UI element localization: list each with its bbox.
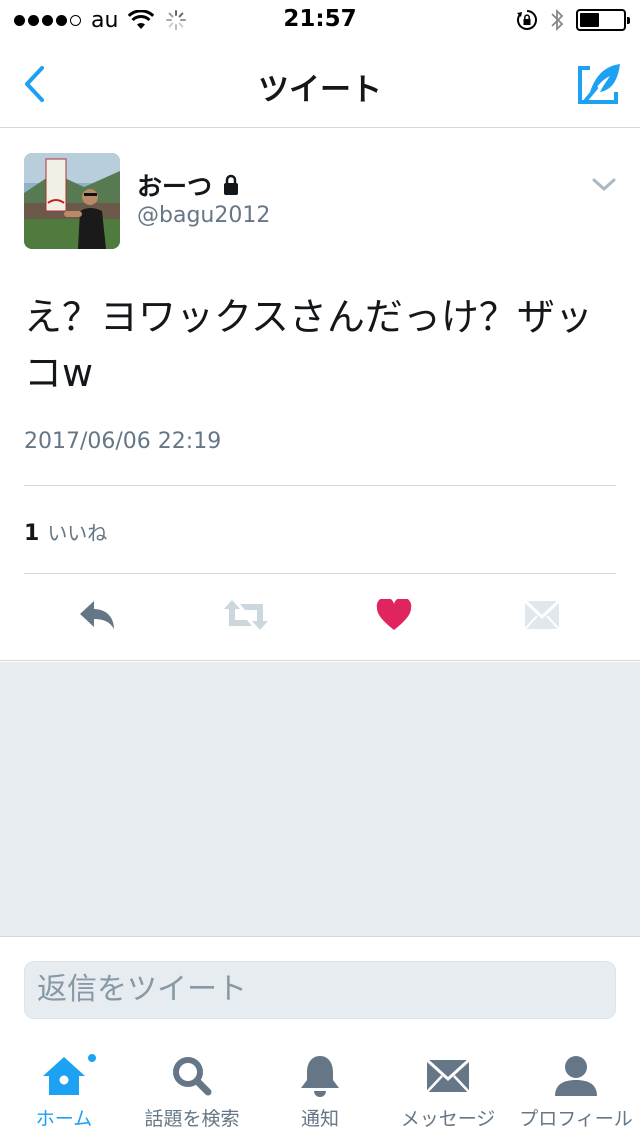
search-icon bbox=[173, 1057, 212, 1096]
envelope-icon bbox=[425, 1058, 471, 1093]
tab-bar: ホーム 話題を検索 通知 メッセージ プロフィール bbox=[0, 1036, 640, 1136]
tab-messages[interactable]: メッセージ bbox=[384, 1036, 512, 1136]
tab-label: 話題を検索 bbox=[144, 1108, 240, 1130]
divider bbox=[24, 573, 616, 574]
retweet-icon bbox=[224, 600, 268, 630]
tweet-timestamp: 2017/06/06 22:19 bbox=[24, 429, 222, 454]
notification-dot bbox=[86, 1052, 98, 1064]
tab-label: メッセージ bbox=[400, 1108, 496, 1130]
chevron-down-icon bbox=[592, 178, 616, 192]
empty-replies-area bbox=[0, 662, 640, 936]
reply-button[interactable] bbox=[68, 591, 128, 639]
likes-label: いいね bbox=[47, 521, 108, 545]
compose-tweet-button[interactable] bbox=[576, 62, 624, 108]
tweet-options-button[interactable] bbox=[590, 173, 618, 195]
divider bbox=[24, 485, 616, 486]
tab-home[interactable]: ホーム bbox=[0, 1036, 128, 1136]
battery-fill bbox=[580, 13, 599, 27]
avatar-photo bbox=[24, 153, 120, 249]
display-name-row: おーつ bbox=[137, 167, 240, 203]
reply-input[interactable]: 返信をツイート bbox=[24, 961, 616, 1019]
navigation-bar: ツイート bbox=[0, 40, 640, 128]
display-name[interactable]: おーつ bbox=[137, 167, 212, 203]
direct-message-button[interactable] bbox=[512, 591, 572, 639]
likes-count: 1 bbox=[24, 521, 40, 546]
heart-icon bbox=[376, 599, 412, 630]
reply-icon bbox=[80, 601, 114, 629]
page-title: ツイート bbox=[258, 72, 382, 108]
tab-label: 通知 bbox=[300, 1108, 339, 1130]
tab-label: ホーム bbox=[35, 1108, 93, 1130]
status-right bbox=[516, 8, 630, 32]
bluetooth-icon bbox=[551, 8, 564, 32]
tab-profile[interactable]: プロフィール bbox=[512, 1036, 640, 1136]
lock-icon bbox=[224, 174, 239, 195]
reply-bar: 返信をツイート bbox=[0, 936, 640, 1036]
username[interactable]: @bagu2012 bbox=[137, 203, 270, 228]
person-icon bbox=[555, 1056, 597, 1096]
compose-quill-icon bbox=[578, 64, 620, 104]
tweet-text: え？ヨワックスさんだっけ？ザッコw bbox=[24, 295, 593, 395]
home-icon bbox=[43, 1057, 85, 1095]
tweet-detail: おーつ @bagu2012 え？ヨワックスさんだっけ？ザッコw 2017/06/… bbox=[0, 129, 640, 661]
like-button[interactable] bbox=[364, 591, 424, 639]
tab-search[interactable]: 話題を検索 bbox=[128, 1036, 256, 1136]
status-bar: au 21:57 bbox=[0, 0, 640, 40]
bell-icon bbox=[301, 1056, 339, 1097]
tab-label: プロフィール bbox=[519, 1108, 633, 1130]
battery-icon bbox=[576, 9, 630, 31]
tab-notifications[interactable]: 通知 bbox=[256, 1036, 384, 1136]
tweet-actions bbox=[0, 591, 640, 639]
likes-row[interactable]: 1 いいね bbox=[24, 517, 107, 546]
envelope-icon bbox=[523, 599, 561, 630]
orientation-lock-icon bbox=[517, 10, 537, 30]
avatar[interactable] bbox=[24, 153, 120, 249]
retweet-button[interactable] bbox=[216, 591, 276, 639]
